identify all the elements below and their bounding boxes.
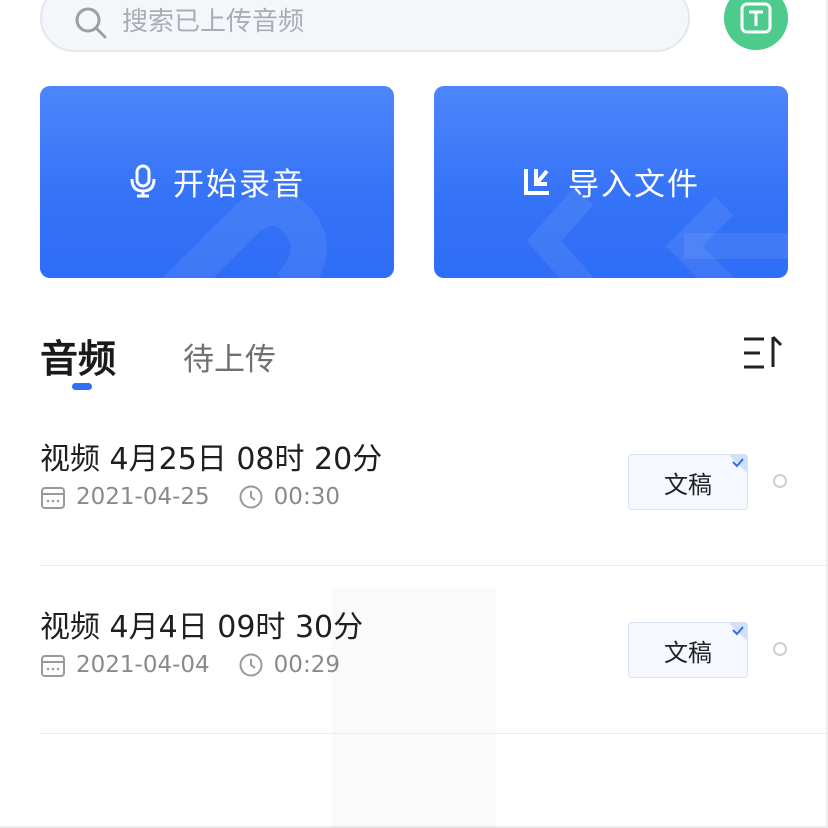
divider bbox=[40, 733, 828, 734]
tab-audio[interactable]: 音频 bbox=[40, 328, 116, 383]
item-title: 视频 4月25日 08时 20分 bbox=[40, 442, 383, 477]
transcript-button[interactable]: 文稿 bbox=[628, 454, 748, 510]
select-radio[interactable] bbox=[773, 474, 787, 488]
clock-icon bbox=[239, 653, 263, 677]
check-badge-icon bbox=[729, 455, 747, 473]
microphone-icon bbox=[130, 164, 156, 198]
start-recording-button[interactable]: 开始录音 bbox=[40, 86, 394, 278]
text-recognition-button[interactable] bbox=[724, 0, 788, 50]
text-recognition-icon bbox=[740, 2, 772, 34]
transcript-label: 文稿 bbox=[664, 638, 712, 667]
search-icon bbox=[75, 7, 107, 39]
check-badge-icon bbox=[729, 623, 747, 641]
transcript-label: 文稿 bbox=[664, 470, 712, 499]
tab-pending-upload[interactable]: 待上传 bbox=[183, 334, 276, 379]
calendar-icon bbox=[41, 655, 65, 677]
item-meta: 2021-04-04 00:29 bbox=[40, 652, 340, 678]
import-file-button[interactable]: 导入文件 bbox=[434, 86, 788, 278]
item-meta: 2021-04-25 00:30 bbox=[40, 484, 340, 510]
calendar-icon bbox=[41, 487, 65, 509]
item-date: 2021-04-25 bbox=[76, 484, 210, 510]
list-item[interactable]: 视频 4月4日 09时 30分 2021-04-04 00:29 文稿 bbox=[40, 566, 828, 734]
item-duration: 00:29 bbox=[273, 652, 340, 678]
sort-icon[interactable] bbox=[742, 334, 784, 372]
search-placeholder: 搜索已上传音频 bbox=[122, 7, 305, 37]
search-input[interactable]: 搜索已上传音频 bbox=[40, 0, 690, 52]
item-title: 视频 4月4日 09时 30分 bbox=[40, 610, 364, 645]
clock-icon bbox=[239, 485, 263, 509]
list-item[interactable]: 视频 4月25日 08时 20分 2021-04-25 00:30 文稿 bbox=[40, 398, 828, 566]
active-tab-indicator bbox=[72, 383, 92, 390]
select-radio[interactable] bbox=[773, 642, 787, 656]
start-recording-label: 开始录音 bbox=[173, 166, 305, 203]
item-date: 2021-04-04 bbox=[76, 652, 210, 678]
import-file-label: 导入文件 bbox=[568, 166, 700, 203]
item-duration: 00:30 bbox=[273, 484, 340, 510]
import-icon bbox=[524, 169, 549, 195]
transcript-button[interactable]: 文稿 bbox=[628, 622, 748, 678]
